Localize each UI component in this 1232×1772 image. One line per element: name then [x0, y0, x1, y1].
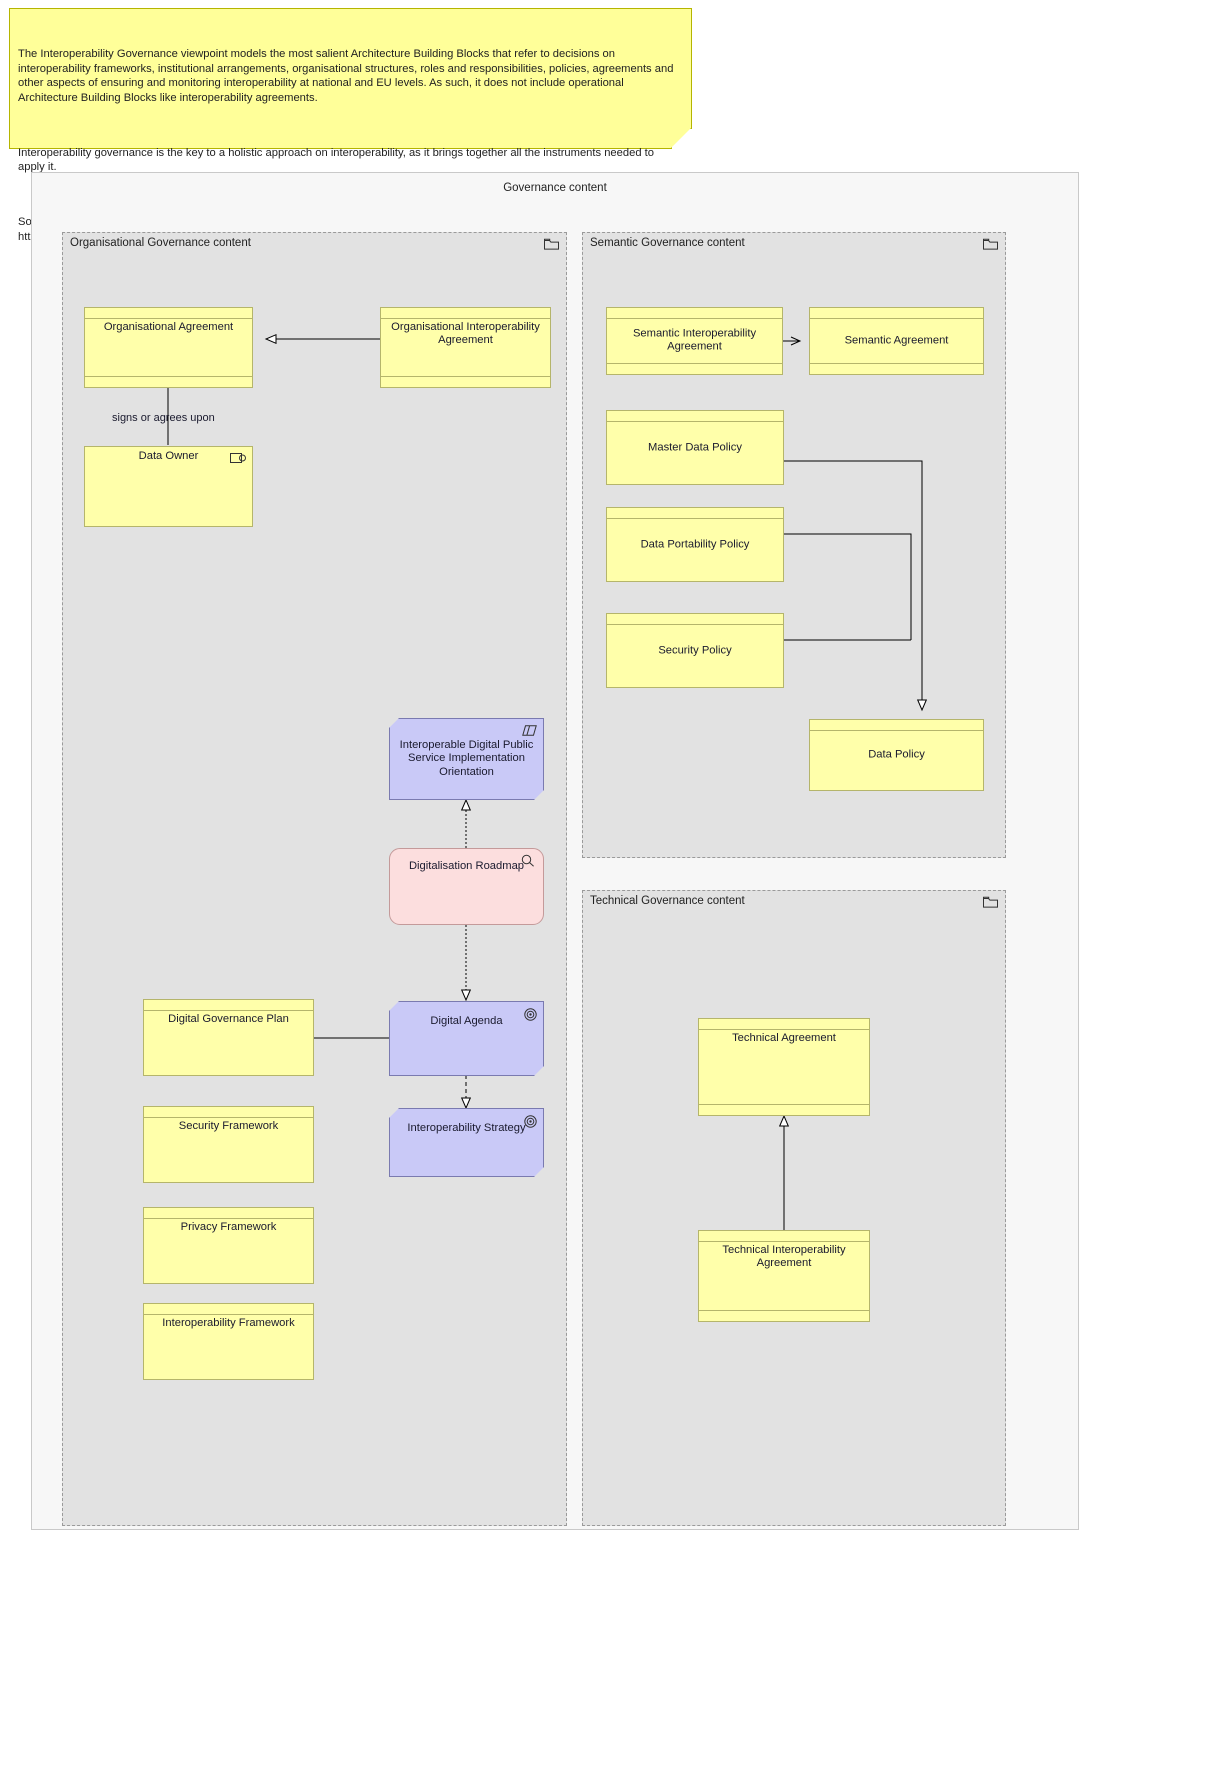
element-band-top [607, 308, 782, 319]
technical-governance-group: Technical Governance content [582, 890, 1006, 1526]
business-role-icon [230, 453, 246, 466]
element-band-top [607, 614, 783, 625]
deliverable-icon [521, 854, 535, 870]
node-label: Technical Agreement [732, 1032, 836, 1044]
element-band-top [699, 1231, 869, 1242]
element-band-top [607, 508, 783, 519]
node-digital-agenda[interactable]: Digital Agenda [389, 1001, 544, 1076]
node-label: Digital Governance Plan [168, 1013, 289, 1025]
node-semantic-agreement[interactable]: Semantic Agreement [809, 307, 984, 375]
node-interoperability-strategy[interactable]: Interoperability Strategy [389, 1108, 544, 1177]
node-label: Data Policy [868, 748, 925, 761]
element-band-bottom [699, 1310, 869, 1321]
element-band-bottom [810, 363, 983, 374]
node-label: Data Owner [138, 450, 199, 462]
element-band-top [699, 1019, 869, 1030]
node-label: Security Policy [658, 643, 732, 656]
node-label: Interoperable Digital Public Service Imp… [399, 738, 534, 778]
node-interoperable-digital-public-service-implementation-orientation[interactable]: Interoperable Digital Public Service Imp… [389, 718, 544, 800]
node-security-framework[interactable]: Security Framework [143, 1106, 314, 1183]
note-paragraph-1: The Interoperability Governance viewpoin… [18, 48, 677, 104]
element-band-bottom [85, 376, 252, 387]
technical-governance-group-title: Technical Governance content [590, 895, 745, 907]
node-label: Organisational Agreement [103, 321, 234, 333]
folder-icon [983, 238, 998, 250]
node-label: Technical Interoperability Agreement [722, 1244, 846, 1270]
orientation-icon [522, 725, 537, 739]
element-band-top [607, 411, 783, 422]
node-label: Master Data Policy [648, 440, 742, 453]
element-band-bottom [607, 363, 782, 374]
organisational-governance-group-title: Organisational Governance content [70, 237, 251, 249]
folder-icon [544, 238, 559, 250]
node-label: Privacy Framework [180, 1221, 277, 1233]
node-data-policy[interactable]: Data Policy [809, 719, 984, 791]
node-security-policy[interactable]: Security Policy [606, 613, 784, 688]
folder-icon [983, 896, 998, 908]
node-technical-agreement[interactable]: Technical Agreement [698, 1018, 870, 1116]
viewpoint-note: The Interoperability Governance viewpoin… [9, 8, 692, 243]
node-technical-interoperability-agreement[interactable]: Technical Interoperability Agreement [698, 1230, 870, 1322]
element-band-top [144, 1304, 313, 1315]
edge-label-signs-or-agrees-upon: signs or agrees upon [112, 412, 215, 424]
element-band-top [144, 1107, 313, 1118]
node-label: Interoperability Strategy [407, 1122, 526, 1134]
node-label: Digital Agenda [430, 1015, 503, 1027]
node-organisational-interoperability-agreement[interactable]: Organisational Interoperability Agreemen… [380, 307, 551, 388]
element-band-top [85, 308, 252, 319]
element-band-bottom [699, 1104, 869, 1115]
node-digitalisation-roadmap[interactable]: Digitalisation Roadmap [389, 848, 544, 925]
node-label: Semantic Interoperability Agreement [632, 327, 757, 353]
node-master-data-policy[interactable]: Master Data Policy [606, 410, 784, 485]
node-label: Interoperability Framework [162, 1317, 295, 1329]
element-band-top [810, 720, 983, 731]
node-semantic-interoperability-agreement[interactable]: Semantic Interoperability Agreement [606, 307, 783, 375]
node-label: Data Portability Policy [640, 537, 750, 550]
semantic-governance-group-title: Semantic Governance content [590, 237, 745, 249]
goal-icon [524, 1115, 537, 1131]
node-organisational-agreement[interactable]: Organisational Agreement [84, 307, 253, 388]
node-label: Semantic Agreement [844, 334, 949, 347]
governance-content-group-title: Governance content [503, 182, 607, 194]
element-band-top [144, 1208, 313, 1219]
element-band-top [381, 308, 550, 319]
node-data-owner[interactable]: Data Owner [84, 446, 253, 527]
node-label: Security Framework [178, 1120, 279, 1132]
element-band-top [144, 1000, 313, 1011]
note-fold-corner [671, 128, 692, 149]
note-paragraph-2: Interoperability governance is the key t… [18, 146, 658, 174]
node-privacy-framework[interactable]: Privacy Framework [143, 1207, 314, 1284]
element-band-top [810, 308, 983, 319]
goal-icon [524, 1008, 537, 1024]
node-data-portability-policy[interactable]: Data Portability Policy [606, 507, 784, 582]
node-label: Digitalisation Roadmap [408, 860, 525, 872]
node-interoperability-framework[interactable]: Interoperability Framework [143, 1303, 314, 1380]
node-digital-governance-plan[interactable]: Digital Governance Plan [143, 999, 314, 1076]
node-label: Organisational Interoperability Agreemen… [391, 321, 540, 347]
element-band-bottom [381, 376, 550, 387]
